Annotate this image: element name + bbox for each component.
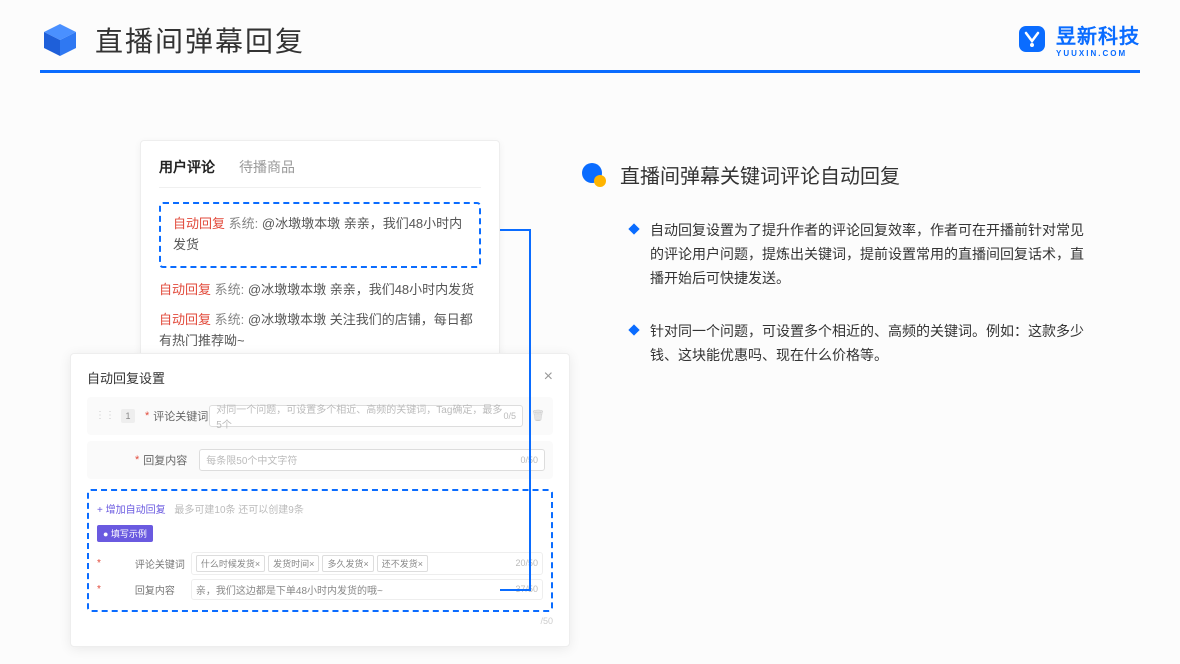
keyword-counter: 0/5 <box>504 411 517 421</box>
cube-icon <box>40 20 80 60</box>
settings-title: 自动回复设置 <box>87 368 165 387</box>
example-keyword-input[interactable]: 什么时候发货× 发货时间× 多久发货× 还不发货× 20/50 <box>191 552 543 575</box>
required-star: * <box>97 558 101 569</box>
comments-card: 用户评论 待播商品 自动回复 系统: @冰墩墩本墩 亲亲，我们48小时内发货 自… <box>140 140 500 377</box>
highlighted-comment-box: 自动回复 系统: @冰墩墩本墩 亲亲，我们48小时内发货 <box>159 202 481 268</box>
diamond-icon <box>628 223 639 234</box>
tag-chip[interactable]: 多久发货× <box>322 555 373 572</box>
required-star: * <box>135 454 139 466</box>
brand-logo: 昱新科技 YUUXIN.COM <box>1016 20 1140 58</box>
tab-user-comments[interactable]: 用户评论 <box>159 157 215 177</box>
ex-reply-label: 回复内容 <box>135 582 191 597</box>
reply-row: * 回复内容 每条限50个中文字符 0/50 <box>87 441 553 479</box>
example-block: + 增加自动回复 最多可建10条 还可以创建9条 ● 填写示例 * 评论关键词 … <box>87 489 553 612</box>
field-label-reply: 回复内容 <box>143 452 199 468</box>
system-label: 系统: <box>215 282 245 297</box>
section-header: 直播间弹幕关键词评论自动回复 <box>580 160 1120 189</box>
outer-counter: /50 <box>87 616 553 626</box>
ex-kw-counter: 20/50 <box>515 558 538 568</box>
autoreply-tag: 自动回复 <box>173 216 225 231</box>
autoreply-tag: 自动回复 <box>159 312 211 327</box>
autoreply-tag: 自动回复 <box>159 282 211 297</box>
example-reply-input[interactable]: 亲，我们这边都是下单48小时内发货的哦~ 37/50 <box>191 579 543 600</box>
required-star: * <box>145 410 149 422</box>
tab-pending-products[interactable]: 待播商品 <box>239 157 295 177</box>
section-title: 直播间弹幕关键词评论自动回复 <box>620 160 900 189</box>
reply-counter: 0/50 <box>520 455 538 465</box>
comment-line: 自动回复 系统: @冰墩墩本墩 关注我们的店铺，每日都有热门推荐呦~ <box>159 310 481 352</box>
add-autoreply-link[interactable]: + 增加自动回复 最多可建10条 还可以创建9条 <box>97 501 543 516</box>
bullet-text: 针对同一个问题，可设置多个相近的、高频的关键词。例如：这款多少钱、这块能优惠吗、… <box>650 320 1090 368</box>
keyword-row: ⋮⋮ 1 * 评论关键词 对同一个问题，可设置多个相近、高频的关键词，Tag确定… <box>87 397 553 435</box>
ex-reply-text: 亲，我们这边都是下单48小时内发货的哦~ <box>196 582 383 597</box>
settings-card: 自动回复设置 × ⋮⋮ 1 * 评论关键词 对同一个问题，可设置多个相近、高频的… <box>70 353 570 647</box>
bullet-icon <box>580 161 608 189</box>
header-divider <box>40 70 1140 73</box>
bullet-item: 针对同一个问题，可设置多个相近的、高频的关键词。例如：这款多少钱、这块能优惠吗、… <box>630 320 1120 368</box>
required-star: * <box>97 584 101 595</box>
example-pill: ● 填写示例 <box>97 525 153 542</box>
tag-chip[interactable]: 还不发货× <box>377 555 428 572</box>
page-title: 直播间弹幕回复 <box>95 20 305 60</box>
placeholder: 每条限50个中文字符 <box>206 452 297 467</box>
tag-chip[interactable]: 什么时候发货× <box>196 555 265 572</box>
slide-header: 直播间弹幕回复 <box>0 0 1180 70</box>
brand-icon <box>1016 23 1048 55</box>
example-reply-row: * 回复内容 亲，我们这边都是下单48小时内发货的哦~ 37/50 <box>97 579 543 600</box>
row-index: 1 <box>121 409 135 423</box>
keyword-input[interactable]: 对同一个问题，可设置多个相近、高频的关键词，Tag确定，最多5个 0/5 <box>209 405 523 427</box>
brand-subtext: YUUXIN.COM <box>1056 49 1140 58</box>
add-hint: 最多可建10条 还可以创建9条 <box>174 505 303 516</box>
example-keyword-row: * 评论关键词 什么时候发货× 发货时间× 多久发货× 还不发货× 20/50 <box>97 552 543 575</box>
comment-text: @冰墩墩本墩 亲亲，我们48小时内发货 <box>248 282 474 297</box>
diamond-icon <box>628 325 639 336</box>
placeholder: 对同一个问题，可设置多个相近、高频的关键词，Tag确定，最多5个 <box>216 401 503 431</box>
ex-kw-label: 评论关键词 <box>135 556 191 571</box>
system-label: 系统: <box>215 312 245 327</box>
drag-handle-icon[interactable]: ⋮⋮ <box>95 410 115 421</box>
reply-input[interactable]: 每条限50个中文字符 0/50 <box>199 449 545 471</box>
field-label-keyword: 评论关键词 <box>153 408 209 424</box>
ex-reply-counter: 37/50 <box>515 584 538 594</box>
bullet-item: 自动回复设置为了提升作者的评论回复效率，作者可在开播前针对常见的评论用户问题，提… <box>630 219 1120 290</box>
description-column: 直播间弹幕关键词评论自动回复 自动回复设置为了提升作者的评论回复效率，作者可在开… <box>580 160 1120 398</box>
comment-line: 自动回复 系统: @冰墩墩本墩 亲亲，我们48小时内发货 <box>159 280 481 301</box>
comment-line: 自动回复 系统: @冰墩墩本墩 亲亲，我们48小时内发货 <box>173 214 467 256</box>
tag-chip[interactable]: 发货时间× <box>268 555 319 572</box>
system-label: 系统: <box>229 216 259 231</box>
mock-screenshots: 用户评论 待播商品 自动回复 系统: @冰墩墩本墩 亲亲，我们48小时内发货 自… <box>70 140 570 647</box>
delete-icon[interactable]: 🗑 <box>531 409 545 422</box>
brand-name: 昱新科技 <box>1056 20 1140 49</box>
comment-tabs: 用户评论 待播商品 <box>159 157 481 188</box>
bullet-text: 自动回复设置为了提升作者的评论回复效率，作者可在开播前针对常见的评论用户问题，提… <box>650 219 1090 290</box>
close-icon[interactable]: × <box>544 368 553 386</box>
